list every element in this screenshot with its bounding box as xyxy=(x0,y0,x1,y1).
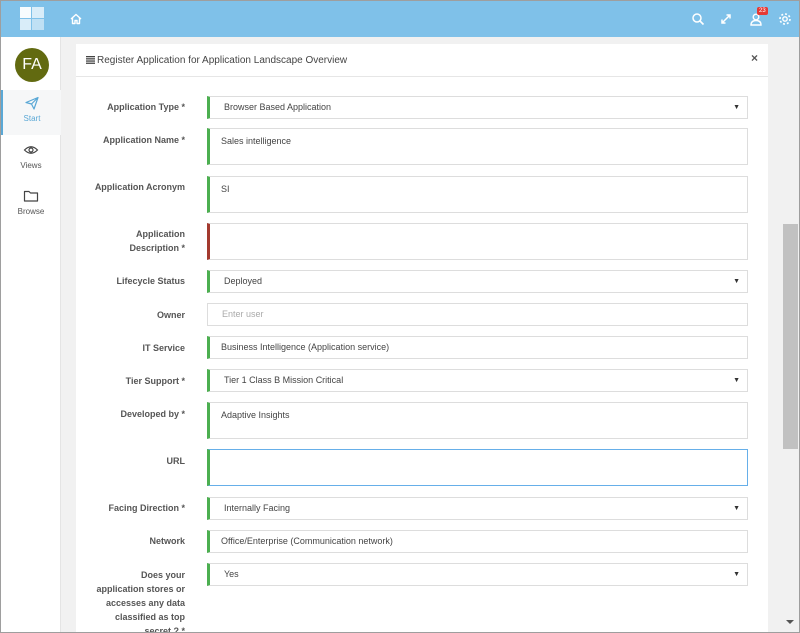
tier-support-select[interactable]: Tier 1 Class B Mission Critical ▼ xyxy=(207,369,748,392)
label-facing-direction: Facing Direction * xyxy=(108,503,185,513)
notification-badge: 23 xyxy=(757,7,768,15)
field-value: Adaptive Insights xyxy=(221,410,290,420)
caret-down-icon: ▼ xyxy=(733,278,740,285)
owner-input[interactable]: Enter user xyxy=(207,303,748,326)
label-application-type: Application Type * xyxy=(107,102,185,112)
application-name-field[interactable]: Sales intelligence xyxy=(207,128,748,165)
top-secret-data-select[interactable]: Yes ▼ xyxy=(207,563,748,586)
sidebar-item-label: Start xyxy=(23,114,41,123)
field-value: SI xyxy=(221,184,230,194)
field-value: Sales intelligence xyxy=(221,136,292,146)
eye-icon xyxy=(23,146,39,154)
url-field[interactable] xyxy=(207,449,748,486)
label-lifecycle-status: Lifecycle Status xyxy=(116,276,185,286)
caret-down-icon: ▼ xyxy=(733,505,740,512)
home-icon[interactable] xyxy=(68,11,84,27)
sidebar-item-label: Views xyxy=(20,161,42,170)
avatar[interactable]: FA xyxy=(15,48,49,82)
list-icon xyxy=(86,56,95,64)
panel-header: Register Application for Application Lan… xyxy=(76,44,768,77)
application-type-select[interactable]: Browser Based Application ▼ xyxy=(207,96,748,119)
paper-plane-icon xyxy=(25,96,39,110)
sidebar-item-browse[interactable]: Browse xyxy=(1,183,61,228)
facing-direction-select[interactable]: Internally Facing ▼ xyxy=(207,497,748,520)
label-top-secret-data: Does your application stores or accesses… xyxy=(96,570,185,633)
search-icon[interactable] xyxy=(690,11,706,27)
expand-icon[interactable] xyxy=(718,11,734,27)
scroll-down-arrow-icon[interactable] xyxy=(786,620,794,624)
select-value: Yes xyxy=(224,569,239,579)
caret-down-icon: ▼ xyxy=(733,377,740,384)
field-value: Office/Enterprise (Communication network… xyxy=(221,536,393,546)
caret-down-icon: ▼ xyxy=(733,571,740,578)
gear-icon[interactable] xyxy=(777,11,793,27)
developed-by-field[interactable]: Adaptive Insights xyxy=(207,402,748,439)
label-application-description: Application Description * xyxy=(129,229,185,253)
label-owner: Owner xyxy=(156,310,185,320)
it-service-input[interactable]: Business Intelligence (Application servi… xyxy=(207,336,748,359)
owner-placeholder: Enter user xyxy=(222,309,264,319)
folder-icon xyxy=(23,190,39,202)
sidebar-item-views[interactable]: Views xyxy=(1,137,61,182)
sidebar-item-start[interactable]: Start xyxy=(1,90,61,135)
caret-down-icon: ▼ xyxy=(733,104,740,111)
app-window: 23 FA Start Views Browse Register Applic… xyxy=(0,0,800,633)
label-application-name: Application Name * xyxy=(102,135,185,145)
application-description-field[interactable] xyxy=(207,223,748,260)
application-acronym-field[interactable]: SI xyxy=(207,176,748,213)
label-tier-support: Tier Support * xyxy=(125,376,185,386)
app-logo[interactable] xyxy=(20,7,44,30)
network-input[interactable]: Office/Enterprise (Communication network… xyxy=(207,530,748,553)
close-icon[interactable]: × xyxy=(751,51,758,65)
sidebar: FA Start Views Browse xyxy=(1,37,61,632)
sidebar-item-label: Browse xyxy=(17,207,45,216)
label-developed-by: Developed by * xyxy=(120,409,185,419)
field-value: Business Intelligence (Application servi… xyxy=(221,342,390,352)
select-value: Internally Facing xyxy=(224,503,291,513)
label-network: Network xyxy=(149,536,185,546)
select-value: Browser Based Application xyxy=(224,102,332,112)
lifecycle-status-select[interactable]: Deployed ▼ xyxy=(207,270,748,293)
panel-title: Register Application for Application Lan… xyxy=(97,55,348,66)
label-application-acronym: Application Acronym xyxy=(94,182,185,192)
top-bar: 23 xyxy=(1,1,799,37)
label-url: URL xyxy=(166,456,186,466)
label-it-service: IT Service xyxy=(142,343,185,353)
scrollbar-thumb[interactable] xyxy=(783,224,798,449)
select-value: Tier 1 Class B Mission Critical xyxy=(224,375,344,385)
select-value: Deployed xyxy=(224,276,263,286)
